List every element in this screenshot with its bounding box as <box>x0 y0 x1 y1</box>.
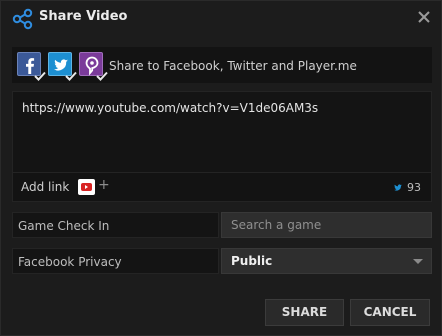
add-link-row: Add link + 93 <box>12 173 432 202</box>
youtube-play-shape <box>81 183 92 191</box>
game-search-input[interactable]: Search a game <box>221 212 432 238</box>
share-nodes-icon <box>12 8 33 30</box>
playerme-toggle[interactable] <box>79 52 108 81</box>
check-icon <box>96 71 108 81</box>
check-icon <box>65 71 77 81</box>
plus-icon[interactable]: + <box>98 177 110 193</box>
play-triangle <box>85 185 88 189</box>
facebook-privacy-select[interactable]: Public <box>221 248 432 274</box>
game-check-in-row: Game Check In Search a game <box>12 212 432 238</box>
twitter-icon <box>394 184 402 191</box>
share-to-row: Share to Facebook, Twitter and Player.me <box>12 47 432 83</box>
facebook-privacy-label: Facebook Privacy <box>12 248 219 274</box>
dialog-title: Share Video <box>39 9 128 24</box>
share-to-label: Share to Facebook, Twitter and Player.me <box>109 59 357 73</box>
privacy-selected-value: Public <box>231 254 273 268</box>
facebook-privacy-row: Facebook Privacy Public <box>12 248 432 274</box>
game-check-in-label: Game Check In <box>12 212 219 238</box>
message-text: https://www.youtube.com/watch?v=V1de06AM… <box>22 101 319 115</box>
twitter-toggle[interactable] <box>48 52 77 81</box>
twitter-character-count: 93 <box>393 181 421 194</box>
check-icon <box>34 71 46 81</box>
facebook-toggle[interactable] <box>17 52 46 81</box>
share-button[interactable]: SHARE <box>265 299 344 326</box>
twitter-remaining-count: 93 <box>407 181 421 194</box>
cancel-button[interactable]: CANCEL <box>350 299 430 326</box>
dialog-header: Share Video <box>1 1 441 35</box>
add-link-label: Add link <box>21 180 70 194</box>
message-textarea[interactable]: https://www.youtube.com/watch?v=V1de06AM… <box>12 91 432 173</box>
chevron-down-icon <box>413 259 423 264</box>
youtube-icon[interactable] <box>78 179 95 195</box>
share-video-dialog: Share Video Share to Facebook, Twitter a… <box>0 0 442 336</box>
close-icon[interactable] <box>415 8 433 26</box>
